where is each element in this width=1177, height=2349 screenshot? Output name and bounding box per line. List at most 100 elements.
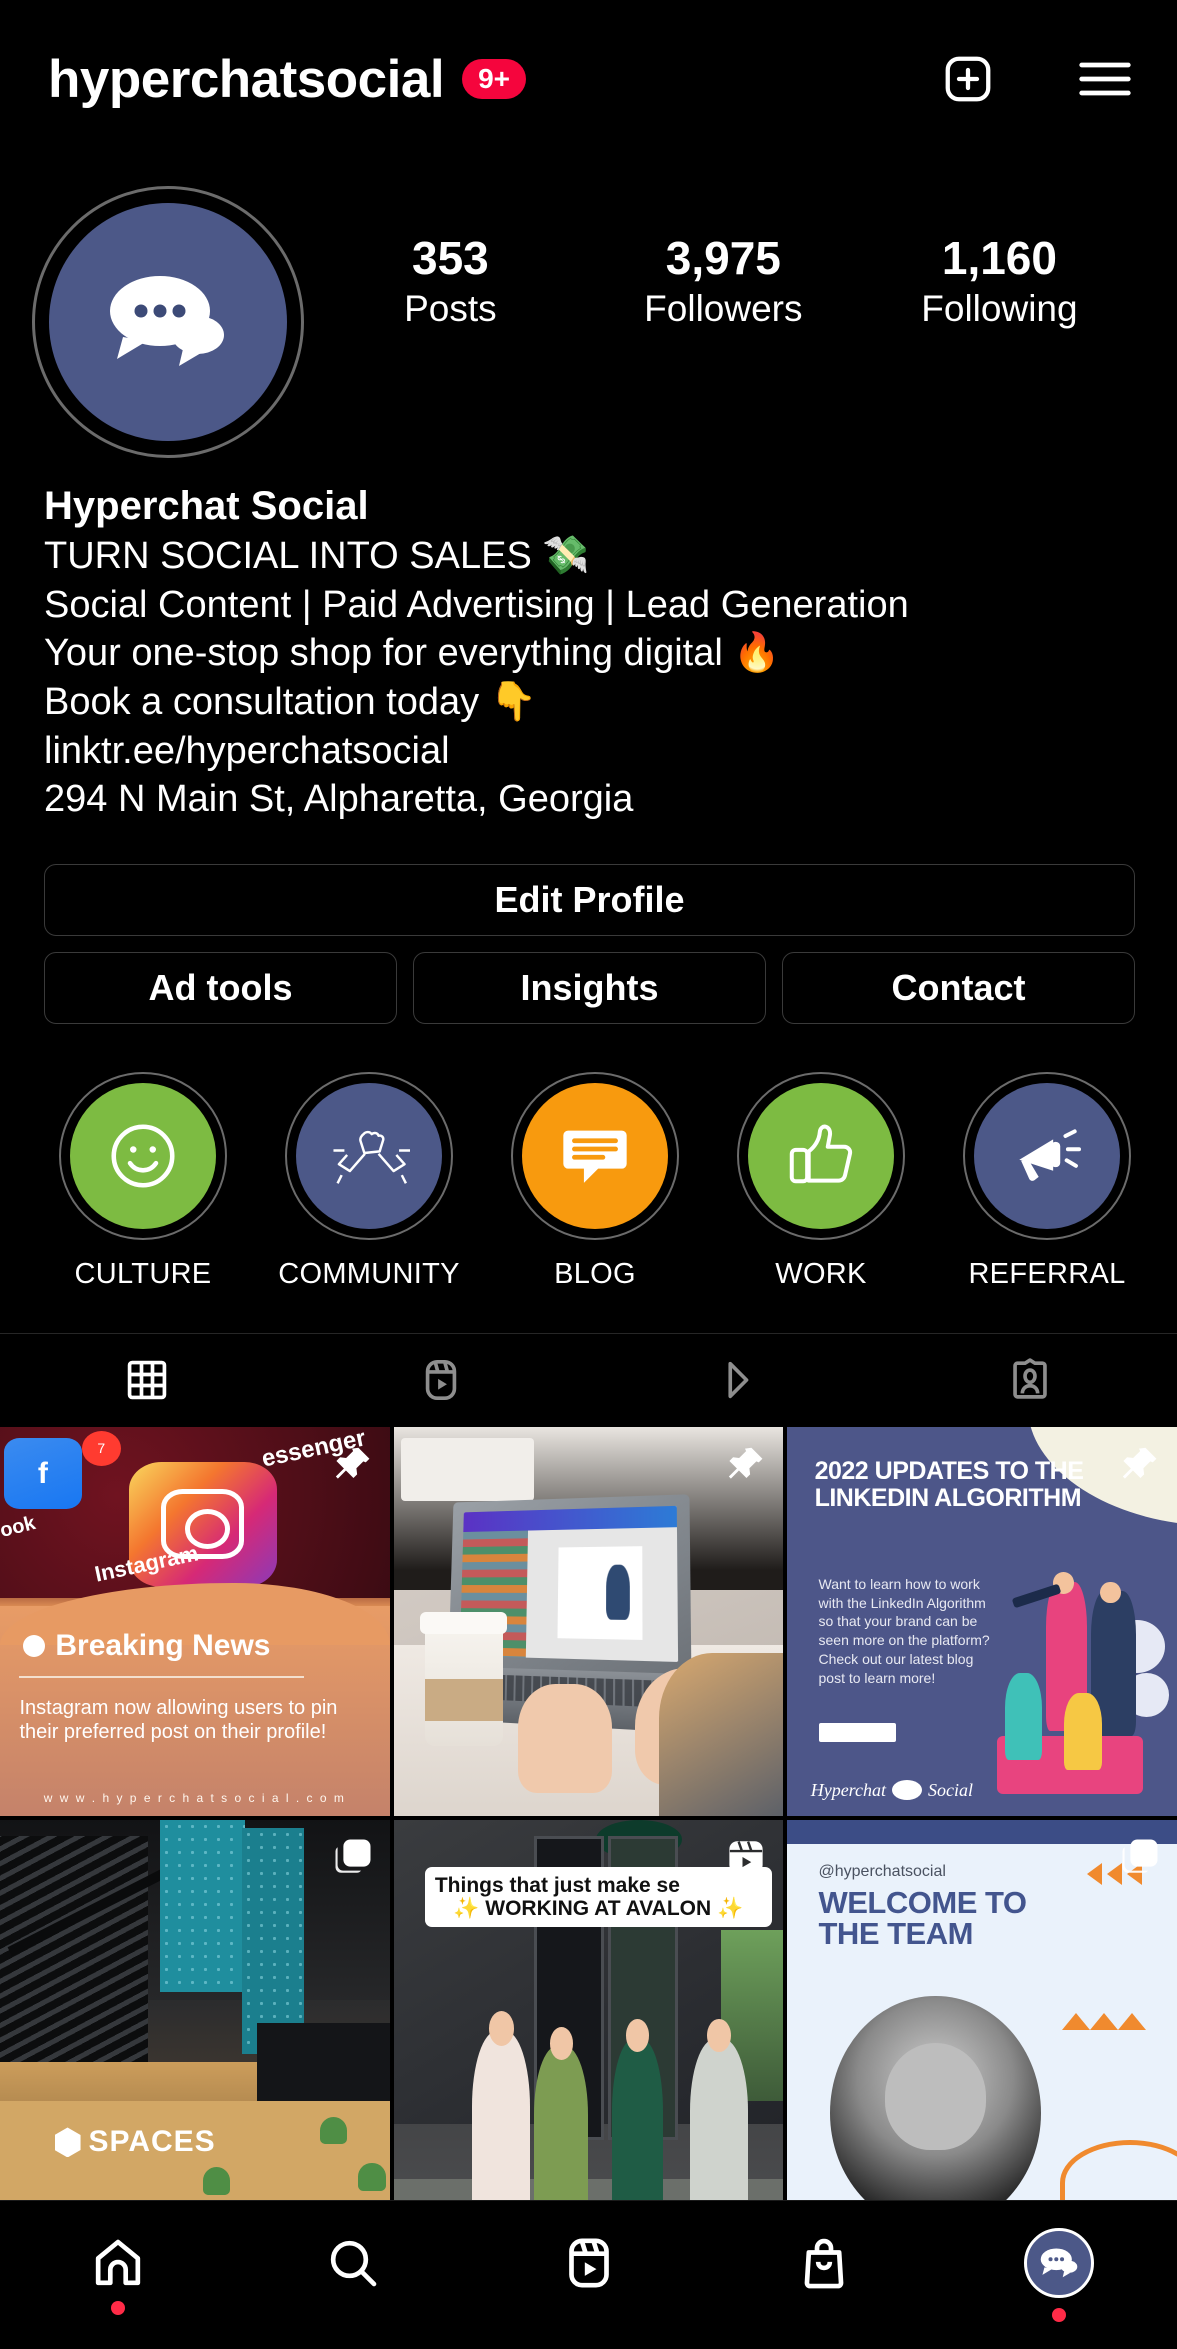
post-grid: f 7 essenger ook Instagram Breaking News… <box>0 1427 1177 2210</box>
nav-reels[interactable] <box>471 2235 706 2315</box>
pin-icon <box>330 1443 374 1492</box>
highlight-culture[interactable]: CULTURE <box>30 1072 256 1291</box>
caption-line-2: ✨ WORKING AT AVALON ✨ <box>435 1897 762 1920</box>
figure-head <box>1100 1582 1121 1604</box>
highlight-next-partial[interactable] <box>1160 1072 1177 1291</box>
avatar[interactable] <box>32 186 304 458</box>
highlight-blog[interactable]: BLOG <box>482 1072 708 1291</box>
coffee-cup <box>425 1622 503 1747</box>
stat-following[interactable]: 1,160 Following <box>921 234 1077 330</box>
plant <box>203 2167 230 2194</box>
profile-bio: Hyperchat Social TURN SOCIAL INTO SALES … <box>0 458 1177 824</box>
figure-seated-teal <box>1005 1673 1042 1760</box>
post-thumbnail[interactable]: Things that just make se ✨ WORKING AT AV… <box>394 1820 784 2210</box>
grid-icon <box>125 1358 169 1402</box>
figure-seated-yellow <box>1064 1693 1101 1770</box>
following-label: Following <box>921 288 1077 330</box>
brand-logo: Hyperchat Social <box>811 1780 973 1801</box>
reels-icon <box>561 2235 617 2291</box>
post-thumbnail[interactable]: 2022 UPDATES TO THE LINKEDIN ALGORITHM W… <box>787 1427 1177 1817</box>
figure <box>606 1565 630 1621</box>
story-highlights[interactable]: CULTURE COMMUNITY BLOG WORK REFERRAL <box>0 1024 1177 1291</box>
account-handle: @hyperchatsocial <box>819 1863 946 1881</box>
highlight-cover <box>296 1083 442 1229</box>
nav-home[interactable] <box>0 2235 235 2315</box>
bio-line-1: TURN SOCIAL INTO SALES 💸 <box>44 532 1137 581</box>
post-title: 2022 UPDATES TO THE LINKEDIN ALGORITHM <box>815 1458 1084 1513</box>
post-body: Want to learn how to work with the Linke… <box>819 1575 990 1688</box>
acoustic-panel <box>242 1828 304 2054</box>
acoustic-panel <box>160 1820 246 1991</box>
logo-text-left: Hyperchat <box>811 1780 886 1801</box>
shop-bag-icon <box>796 2235 852 2291</box>
title-line-2: THE TEAM <box>819 1916 973 1951</box>
tab-reels[interactable] <box>294 1334 588 1427</box>
avatar-image <box>49 203 287 441</box>
highlight-referral[interactable]: REFERRAL <box>934 1072 1160 1291</box>
tab-grid[interactable] <box>0 1334 294 1427</box>
facebook-icon: f <box>4 1438 82 1508</box>
post-thumbnail[interactable]: @hyperchatsocial WELCOME TO THE TEAM <box>787 1820 1177 2210</box>
pin-icon <box>1117 1443 1161 1492</box>
plus-square-icon[interactable] <box>941 52 995 106</box>
profile-avatar-icon <box>1024 2228 1094 2298</box>
team-member-portrait <box>830 1996 1040 2210</box>
highlight-cover <box>748 1083 894 1229</box>
post-thumbnail[interactable]: f 7 essenger ook Instagram Breaking News… <box>0 1427 390 1817</box>
highlight-ring <box>737 1072 905 1240</box>
highlight-work[interactable]: WORK <box>708 1072 934 1291</box>
nav-shop[interactable] <box>706 2235 941 2315</box>
home-icon <box>90 2235 146 2291</box>
contact-button[interactable]: Contact <box>782 952 1135 1024</box>
chat-bubbles-icon <box>103 267 233 377</box>
person <box>472 2031 530 2210</box>
person-head <box>550 2027 573 2060</box>
nav-profile[interactable] <box>942 2228 1177 2322</box>
carousel-icon <box>1119 1836 1161 1883</box>
profile-summary: 353 Posts 3,975 Followers 1,160 Followin… <box>0 158 1177 458</box>
edit-profile-button[interactable]: Edit Profile <box>44 864 1135 936</box>
nav-search[interactable] <box>235 2235 470 2315</box>
handshake-icon <box>328 1120 410 1192</box>
bio-link[interactable]: linktr.ee/hyperchatsocial <box>44 727 1137 776</box>
hamburger-menu-icon[interactable] <box>1077 57 1133 101</box>
account-switcher[interactable]: hyperchatsocial 9+ <box>48 49 941 110</box>
bio-line-2: Social Content | Paid Advertising | Lead… <box>44 581 1137 630</box>
spaces-logo: SPACES <box>55 2125 216 2159</box>
nav-notification-dot <box>111 2301 125 2315</box>
stat-followers[interactable]: 3,975 Followers <box>644 234 802 330</box>
content-tabs <box>0 1333 1177 1427</box>
display-name: Hyperchat Social <box>44 480 1137 532</box>
bullet-dot <box>23 1635 45 1657</box>
highlight-ring <box>59 1072 227 1240</box>
person <box>659 1653 784 1817</box>
post-thumbnail[interactable] <box>394 1427 784 1817</box>
stat-posts[interactable]: 353 Posts <box>375 234 525 330</box>
notification-badge: 9+ <box>462 59 526 99</box>
pin-icon <box>723 1443 767 1492</box>
highlight-community[interactable]: COMMUNITY <box>256 1072 482 1291</box>
ad-tools-button[interactable]: Ad tools <box>44 952 397 1024</box>
highlight-label: WORK <box>708 1258 934 1291</box>
panel-dots <box>160 1820 246 1991</box>
tagged-icon <box>1007 1357 1053 1403</box>
top-header: hyperchatsocial 9+ <box>0 0 1177 158</box>
plant <box>358 2163 385 2190</box>
tab-tagged[interactable] <box>883 1334 1177 1427</box>
headline-text: Breaking News <box>55 1629 270 1663</box>
reel-icon <box>725 1836 767 1883</box>
tab-video[interactable] <box>589 1334 883 1427</box>
play-icon <box>713 1357 759 1403</box>
post-thumbnail[interactable]: SPACES <box>0 1820 390 2210</box>
page-title: hyperchatsocial <box>48 49 444 110</box>
profile-actions: Edit Profile Ad tools Insights Contact <box>0 824 1177 1024</box>
logo-text-right: Social <box>928 1780 973 1801</box>
nav-notification-dot <box>1052 2308 1066 2322</box>
insights-button[interactable]: Insights <box>413 952 766 1024</box>
shelf <box>401 1438 533 1500</box>
post-headline: Breaking News <box>23 1629 270 1663</box>
caption-overlay: Things that just make se ✨ WORKING AT AV… <box>425 1867 772 1927</box>
cta-button <box>819 1723 897 1742</box>
editor-canvas <box>526 1527 678 1662</box>
bio-address[interactable]: 294 N Main St, Alpharetta, Georgia <box>44 775 1137 824</box>
